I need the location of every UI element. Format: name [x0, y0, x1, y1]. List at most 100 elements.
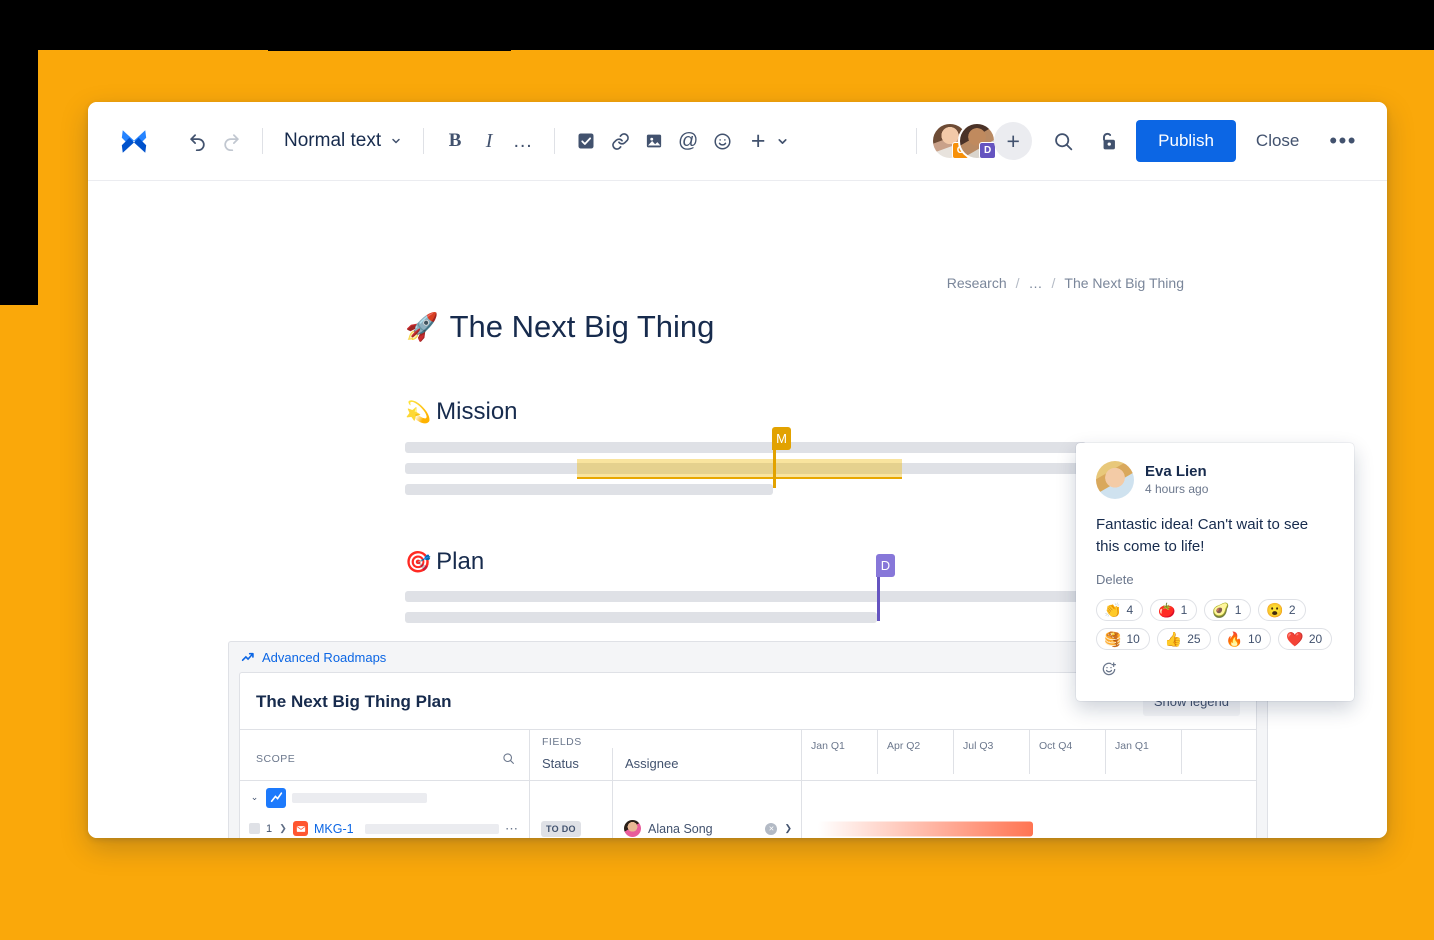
bold-button[interactable]: B — [438, 124, 472, 158]
tomato-icon: 🍅 — [1158, 601, 1176, 618]
delete-comment-button[interactable]: Delete — [1096, 572, 1334, 587]
reaction-count: 25 — [1187, 631, 1201, 646]
unlock-icon[interactable] — [1090, 124, 1124, 158]
link-icon[interactable] — [603, 124, 637, 158]
avatar[interactable]: D — [958, 122, 997, 160]
collaborator-avatars: G D — [931, 122, 997, 160]
close-button[interactable]: Close — [1242, 120, 1313, 162]
document-canvas: Research / … / The Next Big Thing 🚀 The … — [88, 181, 1387, 838]
project-icon — [266, 787, 286, 808]
advanced-roadmaps-label: Advanced Roadmaps — [262, 650, 387, 665]
chevron-right-icon[interactable]: ❯ — [279, 823, 287, 834]
breadcrumb-item-research[interactable]: Research — [947, 275, 1007, 291]
reaction-chip[interactable]: 🍅 1 — [1150, 598, 1198, 621]
more-formatting-button[interactable]: … — [506, 124, 540, 158]
table-row[interactable]: 1 ❯ MKG-1 ⋯ TO DO Alana Song ✕ ❯ — [240, 814, 1256, 838]
toolbar-divider — [423, 128, 425, 154]
redo-icon[interactable] — [214, 124, 248, 158]
overflow-menu-button[interactable]: ••• — [1321, 127, 1365, 155]
section-heading-text: Plan — [436, 548, 485, 575]
inline-comment-popup: Eva Lien 4 hours ago Fantastic idea! Can… — [1076, 443, 1354, 701]
reaction-count: 4 — [1126, 602, 1134, 617]
atlassian-logo-icon[interactable] — [114, 123, 154, 159]
roadmap-icon — [241, 652, 254, 662]
timeline-quarter — [1182, 730, 1256, 774]
toolbar-divider — [916, 128, 918, 154]
reaction-chip[interactable]: 🔥 10 — [1217, 627, 1272, 650]
chevron-down-icon[interactable]: ⌄ — [249, 792, 260, 803]
reaction-chip[interactable]: ❤️ 20 — [1278, 627, 1333, 650]
issue-key[interactable]: MKG-1 — [314, 822, 354, 836]
add-reaction-icon[interactable] — [1096, 657, 1122, 681]
column-header-status[interactable]: Status — [530, 748, 613, 780]
reaction-chip[interactable]: 👍 25 — [1156, 627, 1211, 650]
search-icon[interactable] — [1046, 124, 1080, 158]
breadcrumb-separator: / — [1015, 275, 1020, 291]
comment-author: Eva Lien — [1145, 462, 1207, 480]
insert-menu-button[interactable]: + — [739, 124, 791, 158]
table-row-group[interactable]: ⌄ — [240, 781, 1256, 814]
publish-button[interactable]: Publish — [1136, 120, 1236, 162]
breadcrumb-item-ellipsis[interactable]: … — [1029, 275, 1043, 291]
scope-header-label: SCOPE — [256, 753, 296, 765]
target-icon: 🎯 — [405, 550, 432, 574]
reaction-count: 2 — [1288, 602, 1296, 617]
scope-column-header: SCOPE — [240, 730, 530, 780]
section-heading-mission[interactable]: 💫 Mission — [405, 398, 1105, 426]
paragraph-placeholder — [405, 484, 1105, 495]
text-style-label: Normal text — [284, 130, 382, 151]
assignee-cell — [613, 781, 801, 814]
add-people-button[interactable]: + — [994, 122, 1033, 160]
row-checkbox[interactable] — [249, 823, 260, 834]
image-icon[interactable] — [637, 124, 671, 158]
reaction-chip[interactable]: 👏 4 — [1096, 598, 1144, 621]
summary-placeholder — [292, 792, 427, 803]
fire-icon: 🔥 — [1225, 630, 1244, 647]
reaction-chip[interactable]: 🥑 1 — [1204, 598, 1252, 621]
rocket-icon: 🚀 — [405, 311, 439, 342]
row-actions-icon[interactable]: ⋯ — [505, 822, 519, 835]
background-black-notch — [0, 0, 38, 305]
breadcrumb-item-current[interactable]: The Next Big Thing — [1064, 275, 1184, 291]
background-black-strip — [268, 44, 511, 51]
gantt-bar[interactable] — [818, 821, 1033, 836]
search-icon[interactable] — [502, 752, 515, 765]
avocado-icon: 🥑 — [1212, 601, 1230, 618]
reaction-list: 👏 4 🍅 1 🥑 1 😮 2 🥞 10 👍 25 🔥 10 ❤️ 20 — [1096, 598, 1334, 681]
assignee-cell[interactable]: Alana Song ✕ ❯ — [613, 814, 801, 838]
paragraph-placeholder: M — [405, 427, 1105, 488]
mention-icon[interactable]: @ — [671, 124, 705, 158]
undo-icon[interactable] — [180, 124, 214, 158]
reaction-chip[interactable]: 😮 2 — [1258, 598, 1306, 621]
italic-button[interactable]: I — [472, 124, 506, 158]
text-placeholder-bar — [405, 442, 1086, 453]
section-heading-plan[interactable]: 🎯 Plan — [405, 548, 1105, 576]
chevron-down-icon[interactable]: ❯ — [784, 823, 792, 834]
cursor-label: D — [876, 554, 895, 577]
background-orange-left-strip — [0, 305, 38, 940]
status-cell[interactable]: TO DO — [530, 814, 613, 838]
chevron-down-icon — [778, 138, 787, 144]
page-title[interactable]: 🚀 The Next Big Thing — [405, 309, 1105, 345]
plus-icon: + — [750, 126, 766, 155]
roadmap-rows: ⌄ 1 ❯ MKG-1 ⋯ TO DO Alana Song ✕ ❯ — [240, 780, 1256, 838]
status-badge: TO DO — [541, 820, 581, 837]
status-cell — [530, 781, 613, 814]
timeline-quarter: Jul Q3 — [954, 730, 1030, 774]
editor-toolbar: Normal text B I … @ + D + Publish Close … — [88, 102, 1387, 181]
assignee-name: Alana Song — [648, 821, 713, 836]
checkbox-icon[interactable] — [569, 124, 603, 158]
clear-assignee-icon[interactable]: ✕ — [765, 822, 778, 835]
text-style-dropdown[interactable]: Normal text — [277, 125, 409, 157]
reaction-chip[interactable]: 🥞 10 — [1096, 627, 1150, 650]
paragraph-placeholder — [405, 612, 1105, 623]
fields-cell: TO DO Alana Song ✕ ❯ — [530, 814, 802, 838]
emoji-icon[interactable] — [705, 124, 739, 158]
timeline-quarter: Jan Q1 — [802, 730, 878, 774]
reaction-count: 10 — [1248, 631, 1262, 646]
avatar[interactable] — [1096, 461, 1134, 499]
column-header-assignee[interactable]: Assignee — [613, 748, 801, 780]
timeline-quarter: Jan Q1 — [1106, 730, 1182, 774]
page-title-text: The Next Big Thing — [449, 309, 715, 344]
confluence-editor-window: Normal text B I … @ + D + Publish Close … — [88, 102, 1387, 838]
